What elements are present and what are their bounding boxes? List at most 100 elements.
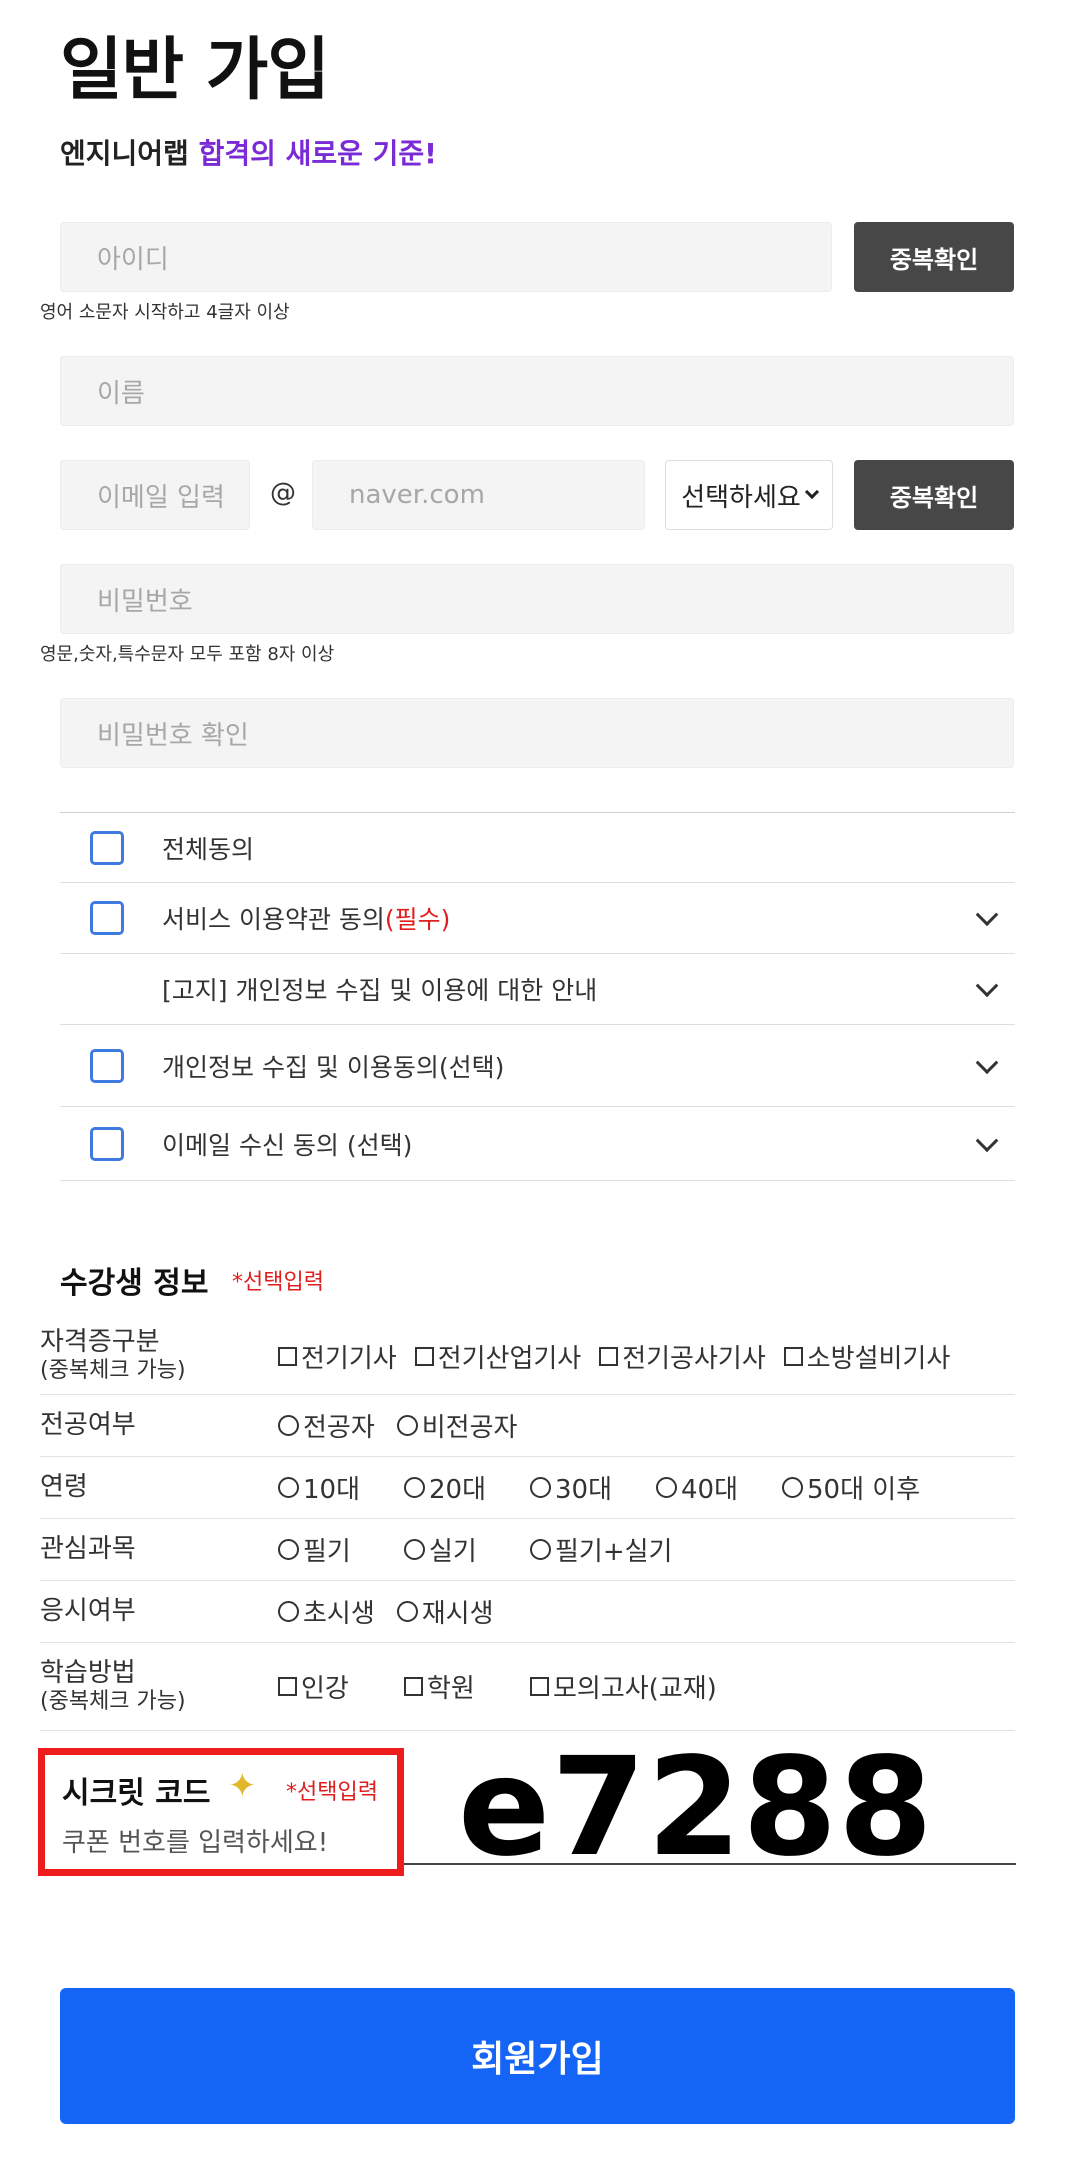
info-label: 자격증구분 (중복체크 가능): [40, 1327, 278, 1385]
checkbox-spacer: [90, 972, 124, 1006]
agree-terms-row[interactable]: 서비스 이용약관 동의 (필수): [60, 883, 1015, 954]
chevron-down-icon[interactable]: [975, 974, 999, 998]
radio-icon: [396, 1415, 418, 1436]
chevron-down-icon[interactable]: [975, 1050, 999, 1074]
age-option[interactable]: 50대 이후: [782, 1469, 920, 1506]
checkbox-icon: [278, 1677, 297, 1696]
agree-terms-checkbox[interactable]: [90, 901, 124, 935]
study-method-option[interactable]: 학원: [404, 1668, 508, 1705]
secret-code-hint: 쿠폰 번호를 입력하세요!: [62, 1828, 329, 1858]
agree-privacy-checkbox[interactable]: [90, 1048, 124, 1083]
subject-option[interactable]: 필기+실기: [530, 1531, 672, 1568]
exam-option[interactable]: 초시생: [278, 1593, 375, 1630]
privacy-notice-row[interactable]: [고지] 개인정보 수집 및 이용에 대한 안내: [60, 954, 1015, 1025]
email-at-sign: @: [270, 478, 296, 508]
info-label-sub: (중복체크 가능): [40, 1688, 186, 1714]
option-label: 10대: [303, 1475, 361, 1505]
age-option[interactable]: 20대: [404, 1469, 508, 1506]
radio-icon: [404, 1477, 425, 1498]
id-dup-check-button[interactable]: 중복확인: [854, 222, 1014, 292]
radio-icon: [278, 1601, 299, 1622]
option-label: 비전공자: [421, 1413, 518, 1443]
agree-email-row[interactable]: 이메일 수신 동의 (선택): [60, 1107, 1015, 1181]
id-hint: 영어 소문자 시작하고 4글자 이상: [40, 302, 290, 323]
agree-all-label: 전체동의: [162, 834, 255, 864]
option-label: 전기공사기사: [622, 1343, 766, 1374]
certificate-option[interactable]: 전기기사: [278, 1338, 397, 1375]
option-label: 모의고사(교재): [553, 1674, 717, 1704]
option-label: 재시생: [421, 1599, 494, 1629]
info-label-sub: (중복체크 가능): [40, 1358, 186, 1384]
info-label: 학습방법 (중복체크 가능): [40, 1658, 278, 1716]
subject-option[interactable]: 실기: [404, 1531, 508, 1568]
radio-icon: [278, 1415, 299, 1436]
privacy-notice-label: [고지] 개인정보 수집 및 이용에 대한 안내: [162, 976, 598, 1005]
secret-code-value: e7288: [458, 1729, 934, 1887]
chevron-down-icon: [804, 484, 819, 500]
checkbox-icon: [599, 1346, 619, 1366]
age-option[interactable]: 10대: [278, 1469, 382, 1506]
info-row-major: 전공여부 전공자 비전공자: [40, 1395, 1015, 1457]
checkbox-icon: [414, 1346, 434, 1366]
certificate-option[interactable]: 전기산업기사: [414, 1338, 582, 1375]
radio-icon: [530, 1539, 551, 1560]
email-domain-input[interactable]: naver.com: [312, 460, 645, 530]
age-options: 10대 20대 30대 40대 50대 이후: [278, 1469, 920, 1506]
checkbox-icon: [278, 1346, 297, 1366]
email-input[interactable]: 이메일 입력: [60, 460, 250, 530]
option-label: 50대 이후: [807, 1475, 921, 1505]
subtitle-text: 엔지니어랩: [60, 137, 199, 170]
signup-button[interactable]: 회원가입: [60, 1988, 1015, 2124]
agree-email-checkbox[interactable]: [90, 1126, 124, 1161]
info-label: 응시여부: [40, 1595, 136, 1626]
agree-all-row[interactable]: 전체동의: [60, 813, 1015, 883]
radio-icon: [656, 1477, 677, 1498]
certificate-option[interactable]: 전기공사기사: [599, 1338, 766, 1375]
option-label: 인강: [301, 1674, 349, 1704]
email-dup-check-button[interactable]: 중복확인: [854, 460, 1014, 530]
age-option[interactable]: 40대: [656, 1469, 760, 1506]
option-label: 30대: [555, 1475, 613, 1505]
option-label: 초시생: [303, 1599, 375, 1629]
checkbox-icon: [404, 1677, 423, 1696]
info-row-certificate: 자격증구분 (중복체크 가능) 전기기사 전기산업기사 전기공사기사 소방설비기사: [40, 1318, 1015, 1395]
password-confirm-input[interactable]: 비밀번호 확인: [60, 698, 1014, 768]
certificate-option[interactable]: 소방설비기사: [783, 1338, 950, 1375]
study-method-option[interactable]: 모의고사(교재): [530, 1668, 717, 1705]
id-input[interactable]: 아이디: [60, 222, 832, 292]
exam-options: 초시생 재시생: [278, 1593, 494, 1630]
secret-code-title: 시크릿 코드: [62, 1776, 211, 1811]
major-option[interactable]: 전공자: [278, 1407, 375, 1444]
agree-terms-label: 서비스 이용약관 동의: [162, 905, 385, 934]
sparkle-icon: ✦: [228, 1766, 257, 1806]
info-label: 연령: [40, 1471, 88, 1502]
student-info-title: 수강생 정보: [60, 1266, 209, 1301]
study-method-option[interactable]: 인강: [278, 1668, 382, 1705]
subject-options: 필기 실기 필기+실기: [278, 1531, 672, 1568]
info-row-age: 연령 10대 20대 30대 40대 50대 이후: [40, 1457, 1015, 1519]
study-method-options: 인강 학원 모의고사(교재): [278, 1668, 717, 1705]
email-domain-select-value: 선택하세요: [681, 482, 801, 513]
page-title: 일반 가입: [60, 31, 330, 110]
age-option[interactable]: 30대: [530, 1469, 634, 1506]
password-input[interactable]: 비밀번호: [60, 564, 1014, 634]
agree-privacy-row[interactable]: 개인정보 수집 및 이용동의(선택): [60, 1025, 1015, 1107]
checkbox-icon: [783, 1346, 803, 1366]
major-options: 전공자 비전공자: [278, 1407, 517, 1444]
option-label: 필기+실기: [555, 1537, 673, 1567]
exam-option[interactable]: 재시생: [396, 1593, 494, 1630]
chevron-down-icon[interactable]: [975, 1128, 999, 1152]
option-label: 전공자: [303, 1413, 375, 1443]
info-label: 관심과목: [40, 1533, 136, 1564]
option-label: 학원: [427, 1674, 475, 1704]
name-input[interactable]: 이름: [60, 356, 1014, 426]
info-label-text: 학습방법: [40, 1657, 136, 1688]
certificate-options: 전기기사 전기산업기사 전기공사기사 소방설비기사: [278, 1338, 950, 1375]
subject-option[interactable]: 필기: [278, 1531, 382, 1568]
agree-all-checkbox[interactable]: [90, 830, 124, 865]
info-row-exam: 응시여부 초시생 재시생: [40, 1581, 1015, 1643]
major-option[interactable]: 비전공자: [396, 1407, 518, 1444]
option-label: 전기산업기사: [437, 1343, 582, 1374]
chevron-down-icon[interactable]: [975, 903, 999, 927]
email-domain-select[interactable]: 선택하세요: [665, 460, 833, 530]
